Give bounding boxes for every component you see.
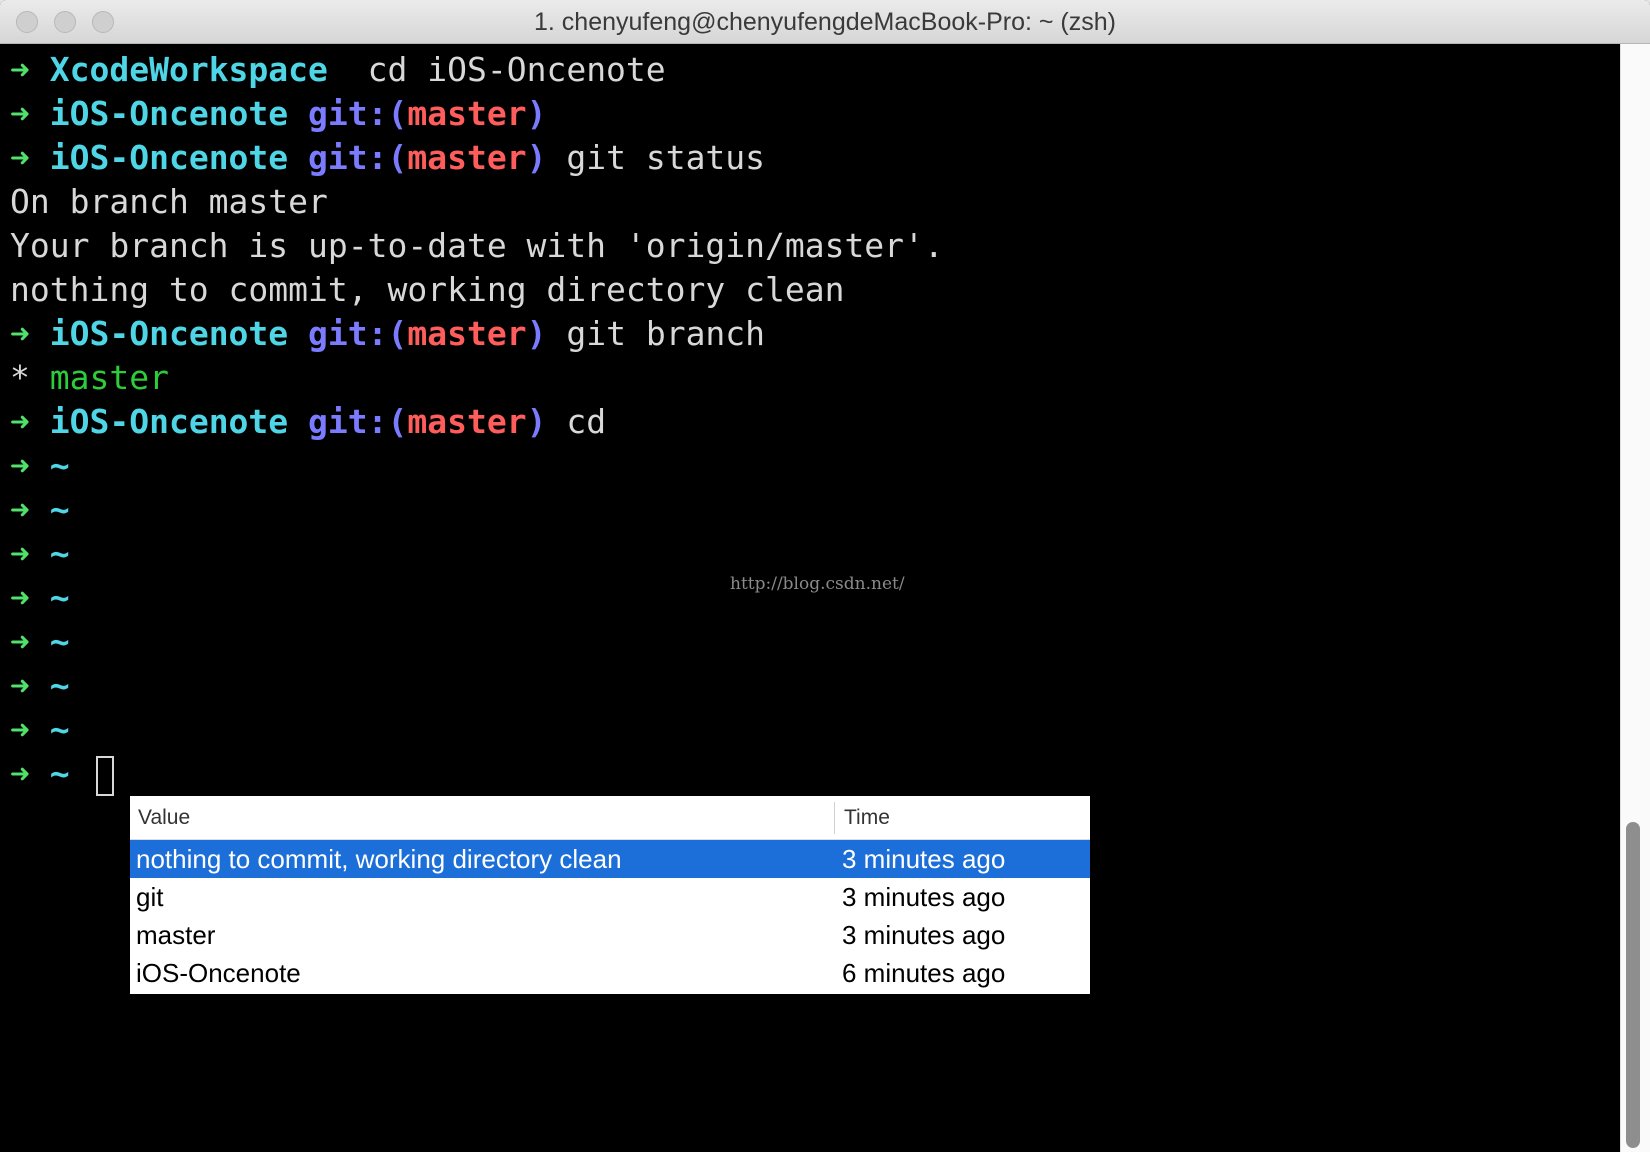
suggestion-time: 3 minutes ago: [842, 882, 1006, 912]
terminal-line: ➜ iOS-Oncenote git:(master) git branch: [10, 312, 1610, 356]
prompt-git-branch: master: [407, 94, 527, 133]
terminal-line: nothing to commit, working directory cle…: [10, 268, 1610, 312]
column-header-value[interactable]: Value: [138, 806, 190, 830]
popup-list: nothing to commit, working directory cle…: [130, 840, 1090, 992]
prompt-directory: ~: [49, 666, 70, 705]
prompt-git-label: git:(: [308, 402, 408, 441]
prompt-directory: ~: [49, 578, 70, 617]
suggestion-value: nothing to commit, working directory cle…: [136, 844, 622, 874]
command-text: git branch: [566, 314, 766, 353]
prompt-git-label: git:(: [308, 138, 408, 177]
prompt-directory: ~: [49, 754, 70, 793]
prompt-git-label: git:(: [308, 314, 408, 353]
prompt-arrow-icon: ➜: [10, 666, 30, 705]
prompt-arrow-icon: ➜: [10, 490, 30, 529]
prompt-arrow-icon: ➜: [10, 314, 30, 353]
terminal-line: ➜ ~: [10, 488, 1610, 532]
output-text: On branch master: [10, 182, 328, 221]
prompt-git-branch: master: [407, 138, 527, 177]
command-text: cd: [566, 402, 607, 441]
prompt-directory: ~: [49, 446, 70, 485]
command-text: git status: [566, 138, 766, 177]
suggestion-time: 3 minutes ago: [842, 920, 1006, 950]
column-header-time[interactable]: Time: [844, 806, 890, 830]
prompt-arrow-icon: ➜: [10, 754, 30, 793]
terminal-line: ➜ iOS-Oncenote git:(master) cd: [10, 400, 1610, 444]
prompt-arrow-icon: ➜: [10, 622, 30, 661]
suggestion-value: iOS-Oncenote: [136, 958, 301, 988]
popup-header: Value Time: [130, 796, 1090, 840]
prompt-git-close: ): [526, 314, 547, 353]
terminal-line: Your branch is up-to-date with 'origin/m…: [10, 224, 1610, 268]
prompt-arrow-icon: ➜: [10, 50, 30, 89]
prompt-arrow-icon: ➜: [10, 578, 30, 617]
scrollbar-thumb[interactable]: [1626, 822, 1640, 1148]
suggestion-time: 6 minutes ago: [842, 958, 1006, 988]
prompt-directory: ~: [49, 534, 70, 573]
prompt-arrow-icon: ➜: [10, 138, 30, 177]
suggestion-time: 3 minutes ago: [842, 844, 1006, 874]
suggestion-value: master: [136, 920, 216, 950]
prompt-directory: ~: [49, 622, 70, 661]
terminal-line: ➜ ~: [10, 532, 1610, 576]
prompt-directory: iOS-Oncenote: [49, 402, 289, 441]
current-branch-marker: *: [10, 358, 30, 397]
prompt-git-branch: master: [407, 314, 527, 353]
watermark: http://blog.csdn.net/: [730, 574, 905, 594]
prompt-git-close: ): [526, 94, 547, 133]
prompt-git-label: git:(: [308, 94, 408, 133]
title-bar[interactable]: 1. chenyufeng@chenyufengdeMacBook-Pro: ~…: [0, 0, 1650, 44]
suggestion-row[interactable]: master 3 minutes ago: [130, 916, 1090, 954]
suggestion-row[interactable]: nothing to commit, working directory cle…: [130, 840, 1090, 878]
terminal-line: ➜ ~: [10, 444, 1610, 488]
prompt-directory: ~: [49, 490, 70, 529]
suggestion-row[interactable]: iOS-Oncenote 6 minutes ago: [130, 954, 1090, 992]
branch-name: master: [49, 358, 169, 397]
prompt-arrow-icon: ➜: [10, 446, 30, 485]
prompt-directory: iOS-Oncenote: [49, 138, 289, 177]
prompt-arrow-icon: ➜: [10, 710, 30, 749]
prompt-arrow-icon: ➜: [10, 94, 30, 133]
terminal-line: ➜ ~: [10, 752, 1610, 796]
command-text: cd iOS-Oncenote: [347, 50, 666, 89]
text-cursor[interactable]: [95, 755, 114, 796]
prompt-directory: ~: [49, 710, 70, 749]
prompt-git-branch: master: [407, 402, 527, 441]
column-divider[interactable]: [834, 802, 835, 834]
terminal-line: ➜ ~: [10, 664, 1610, 708]
terminal-line: ➜ ~: [10, 708, 1610, 752]
prompt-git-close: ): [526, 138, 547, 177]
output-text: Your branch is up-to-date with 'origin/m…: [10, 226, 944, 265]
terminal-line: ➜ iOS-Oncenote git:(master) git status: [10, 136, 1610, 180]
terminal-output[interactable]: ➜ XcodeWorkspace cd iOS-Oncenote ➜ iOS-On…: [10, 48, 1610, 796]
prompt-arrow-icon: ➜: [10, 402, 30, 441]
terminal-line: ➜ XcodeWorkspace cd iOS-Oncenote: [10, 48, 1610, 92]
autocomplete-popup[interactable]: Value Time nothing to commit, working di…: [130, 796, 1090, 994]
prompt-directory: XcodeWorkspace: [49, 50, 328, 89]
terminal-window: 1. chenyufeng@chenyufengdeMacBook-Pro: ~…: [0, 0, 1650, 1152]
suggestion-row[interactable]: git 3 minutes ago: [130, 878, 1090, 916]
terminal-line: On branch master: [10, 180, 1610, 224]
prompt-directory: iOS-Oncenote: [49, 94, 289, 133]
terminal-line: ➜ iOS-Oncenote git:(master): [10, 92, 1610, 136]
terminal-line: ➜ ~: [10, 620, 1610, 664]
prompt-directory: iOS-Oncenote: [49, 314, 289, 353]
output-text: nothing to commit, working directory cle…: [10, 270, 845, 309]
window-title: 1. chenyufeng@chenyufengdeMacBook-Pro: ~…: [534, 8, 1116, 36]
prompt-git-close: ): [526, 402, 547, 441]
terminal-line: * master: [10, 356, 1610, 400]
prompt-arrow-icon: ➜: [10, 534, 30, 573]
suggestion-value: git: [136, 882, 164, 912]
